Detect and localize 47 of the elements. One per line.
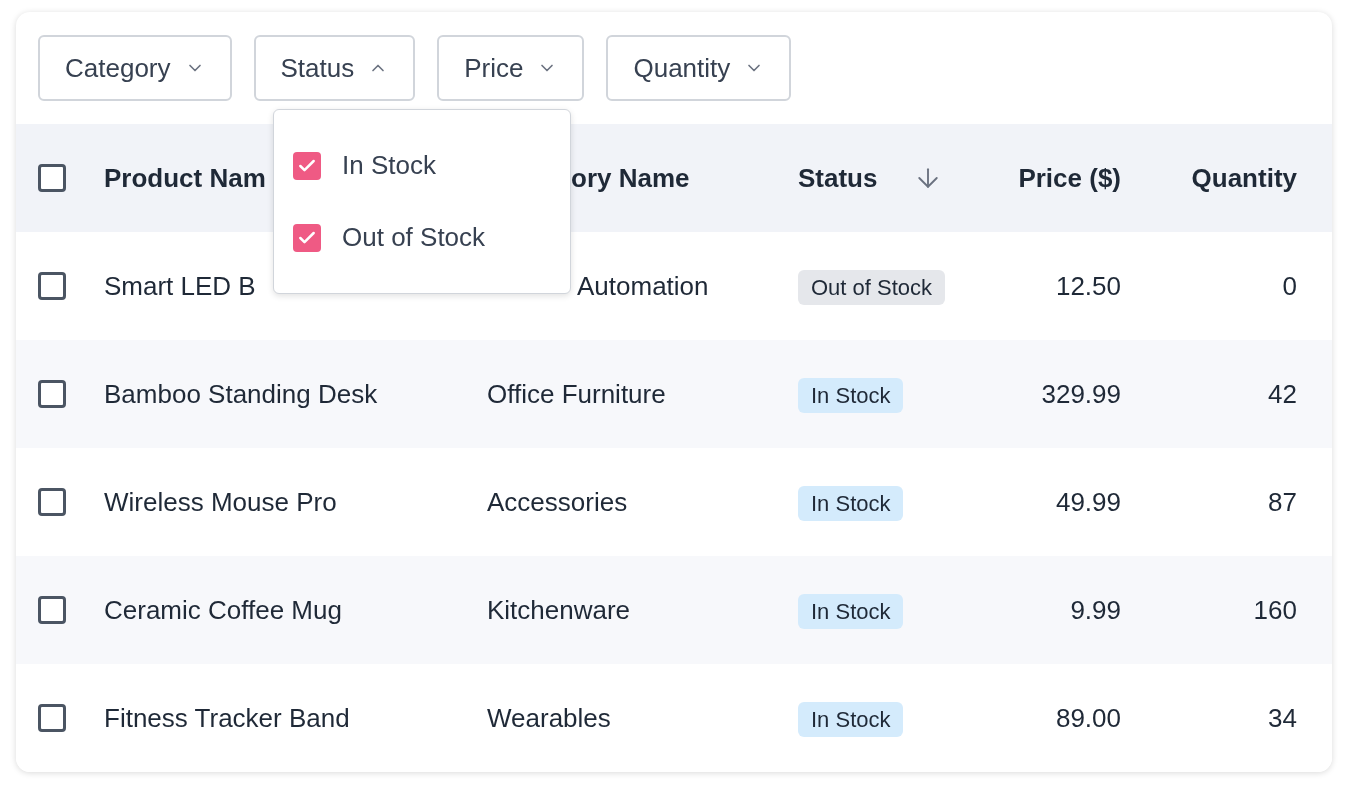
column-header[interactable]: Product Nam: [104, 158, 266, 198]
table-cell: 49.99: [1055, 486, 1121, 517]
filter-dropdown[interactable]: Category: [38, 35, 232, 101]
status-badge: In Stock: [798, 593, 904, 629]
column-header[interactable]: Price ($): [1018, 158, 1121, 198]
table-cell: 87: [1268, 486, 1297, 517]
table-cell: 0: [1282, 270, 1297, 301]
status-badge: Out of Stock: [798, 269, 946, 305]
table-cell: Wireless Mouse Pro: [104, 486, 337, 517]
table-row[interactable]: Fitness Tracker Band Wearables In Stock 89.00 34: [16, 664, 1332, 772]
table-cell: Automation: [577, 270, 709, 301]
menu-option[interactable]: In Stock: [342, 146, 436, 185]
table-cell: Fitness Tracker Band: [104, 702, 350, 733]
status-badge: In Stock: [798, 485, 904, 521]
table-cell: 9.99: [1070, 594, 1121, 625]
checkbox[interactable]: [38, 380, 66, 408]
checkbox[interactable]: [293, 151, 321, 180]
table-cell: Bamboo Standing Desk: [104, 378, 378, 409]
table-cell: Accessories: [487, 486, 628, 517]
table-cell: 12.50: [1055, 270, 1121, 301]
status-badge: In Stock: [798, 377, 904, 413]
table-row[interactable]: Wireless Mouse Pro Accessories In Stock 49.99 87: [16, 448, 1332, 556]
table-cell: 34: [1268, 702, 1297, 733]
checkbox[interactable]: [38, 488, 66, 516]
filter-dropdown[interactable]: Price: [437, 35, 585, 101]
table-cell: Ceramic Coffee Mug: [104, 594, 342, 625]
checkbox[interactable]: [38, 596, 66, 624]
table-cell: 89.00: [1055, 702, 1121, 733]
filter-dropdown[interactable]: Quantity: [606, 35, 792, 101]
checkbox[interactable]: [38, 272, 66, 300]
checkbox[interactable]: [293, 223, 321, 252]
table-row[interactable]: Bamboo Standing Desk Office Furniture In Stock 329.99 42: [16, 340, 1332, 448]
table-cell: 160: [1253, 594, 1297, 625]
table-cell: 42: [1268, 378, 1297, 409]
status-badge: In Stock: [798, 701, 904, 737]
table-row[interactable]: Ceramic Coffee Mug Kitchenware In Stock 9.99 160: [16, 556, 1332, 664]
column-header[interactable]: ory Name: [571, 158, 690, 198]
column-header[interactable]: Quantity: [1191, 158, 1297, 198]
table-cell: 329.99: [1041, 378, 1121, 409]
table-cell: Office Furniture: [487, 378, 666, 409]
checkbox[interactable]: [38, 704, 66, 732]
filter-dropdown[interactable]: Status: [253, 35, 416, 101]
column-header[interactable]: Status: [798, 158, 878, 198]
table-cell: Kitchenware: [487, 594, 631, 625]
table-cell: Smart LED B: [104, 270, 256, 301]
checkbox[interactable]: [38, 164, 66, 192]
table-cell: Wearables: [487, 702, 611, 733]
